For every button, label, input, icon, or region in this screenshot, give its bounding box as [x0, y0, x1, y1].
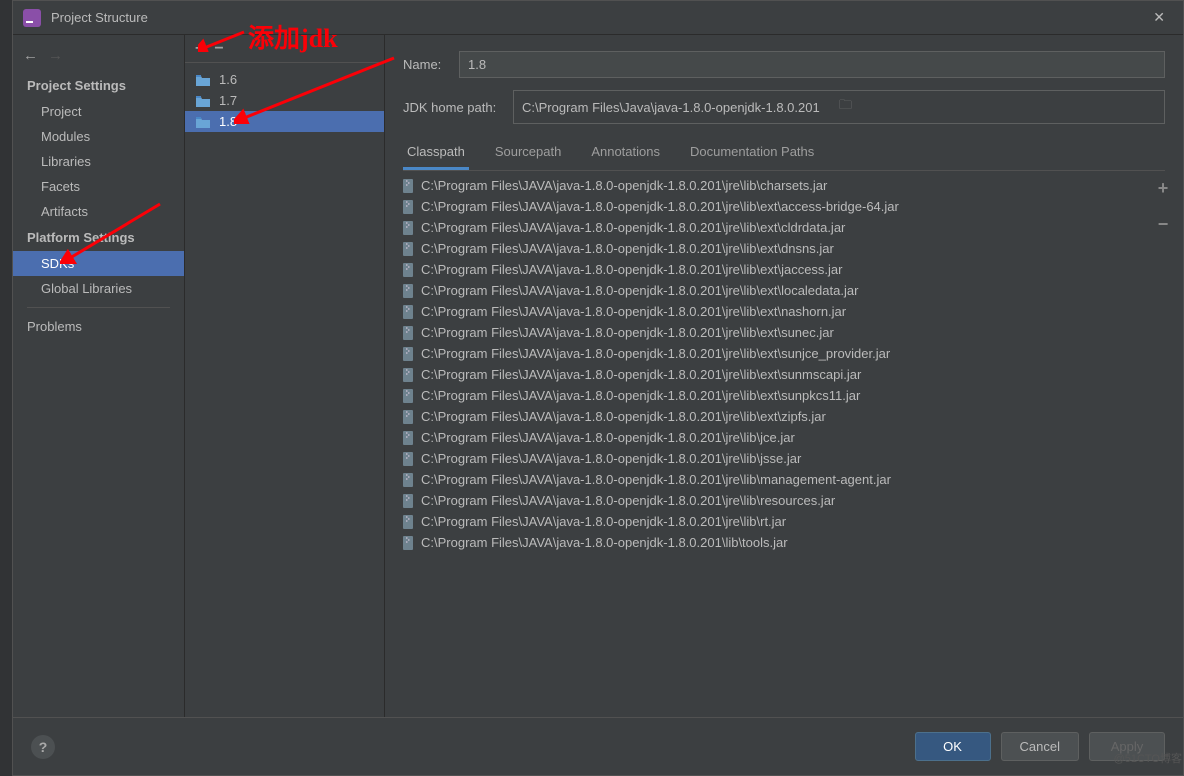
name-input[interactable]: [459, 51, 1165, 78]
classpath-row[interactable]: C:\Program Files\JAVA\java-1.8.0-openjdk…: [403, 343, 1147, 364]
sidebar-item-project[interactable]: Project: [13, 99, 184, 124]
sidebar-item-libraries[interactable]: Libraries: [13, 149, 184, 174]
tab-annotations[interactable]: Annotations: [587, 138, 664, 170]
classpath-path: C:\Program Files\JAVA\java-1.8.0-openjdk…: [421, 409, 826, 424]
tab-documentation-paths[interactable]: Documentation Paths: [686, 138, 818, 170]
dialog-body: ← → Project Settings Project Modules Lib…: [13, 35, 1183, 717]
nav-forward-icon[interactable]: →: [48, 47, 63, 64]
sdk-item-label: 1.8: [219, 114, 237, 129]
ok-button[interactable]: OK: [915, 732, 991, 761]
classpath-path: C:\Program Files\JAVA\java-1.8.0-openjdk…: [421, 241, 834, 256]
classpath-row[interactable]: C:\Program Files\JAVA\java-1.8.0-openjdk…: [403, 175, 1147, 196]
classpath-path: C:\Program Files\JAVA\java-1.8.0-openjdk…: [421, 325, 834, 340]
classpath-path: C:\Program Files\JAVA\java-1.8.0-openjdk…: [421, 535, 788, 550]
browse-folder-icon[interactable]: 🗀: [839, 96, 1156, 118]
classpath-path: C:\Program Files\JAVA\java-1.8.0-openjdk…: [421, 367, 861, 382]
home-label: JDK home path:: [403, 100, 503, 115]
classpath-row[interactable]: C:\Program Files\JAVA\java-1.8.0-openjdk…: [403, 448, 1147, 469]
classpath-row[interactable]: C:\Program Files\JAVA\java-1.8.0-openjdk…: [403, 217, 1147, 238]
sidebar-heading-project: Project Settings: [13, 72, 184, 99]
add-sdk-button[interactable]: +: [195, 41, 204, 57]
sidebar-item-modules[interactable]: Modules: [13, 124, 184, 149]
classpath-row[interactable]: C:\Program Files\JAVA\java-1.8.0-openjdk…: [403, 280, 1147, 301]
watermark: @51CTO博客: [1114, 750, 1182, 766]
name-row: Name:: [385, 45, 1183, 84]
classpath-add-button[interactable]: +: [1158, 179, 1169, 197]
name-label: Name:: [403, 57, 449, 72]
classpath-path: C:\Program Files\JAVA\java-1.8.0-openjdk…: [421, 451, 801, 466]
tab-sourcepath[interactable]: Sourcepath: [491, 138, 566, 170]
background-editor-edge: [0, 0, 12, 776]
classpath-row[interactable]: C:\Program Files\JAVA\java-1.8.0-openjdk…: [403, 406, 1147, 427]
classpath-row[interactable]: C:\Program Files\JAVA\java-1.8.0-openjdk…: [403, 364, 1147, 385]
dialog-footer: ? OK Cancel Apply: [13, 717, 1183, 775]
classpath-path: C:\Program Files\JAVA\java-1.8.0-openjdk…: [421, 514, 786, 529]
close-icon[interactable]: ✕: [1145, 5, 1173, 30]
sdk-list: 1.6 1.7 1.8: [185, 63, 384, 132]
sidebar-item-problems[interactable]: Problems: [13, 314, 184, 339]
classpath-path: C:\Program Files\JAVA\java-1.8.0-openjdk…: [421, 472, 891, 487]
tab-classpath[interactable]: Classpath: [403, 138, 469, 170]
title-bar: Project Structure ✕: [13, 1, 1183, 35]
classpath-path: C:\Program Files\JAVA\java-1.8.0-openjdk…: [421, 178, 827, 193]
sdk-item-label: 1.7: [219, 93, 237, 108]
remove-sdk-button[interactable]: −: [214, 41, 223, 57]
sidebar: ← → Project Settings Project Modules Lib…: [13, 35, 185, 717]
sidebar-item-global-libraries[interactable]: Global Libraries: [13, 276, 184, 301]
sdk-detail-panel: Name: JDK home path: C:\Program Files\Ja…: [385, 35, 1183, 717]
project-structure-dialog: Project Structure ✕ ← → Project Settings…: [12, 0, 1184, 776]
sidebar-item-artifacts[interactable]: Artifacts: [13, 199, 184, 224]
help-button[interactable]: ?: [31, 735, 55, 759]
classpath-row[interactable]: C:\Program Files\JAVA\java-1.8.0-openjdk…: [403, 532, 1147, 553]
classpath-row[interactable]: C:\Program Files\JAVA\java-1.8.0-openjdk…: [403, 196, 1147, 217]
classpath-row[interactable]: C:\Program Files\JAVA\java-1.8.0-openjdk…: [403, 469, 1147, 490]
classpath-row[interactable]: C:\Program Files\JAVA\java-1.8.0-openjdk…: [403, 427, 1147, 448]
detail-tabs: Classpath Sourcepath Annotations Documen…: [403, 138, 1165, 171]
sdk-item-1-7[interactable]: 1.7: [185, 90, 384, 111]
classpath-path: C:\Program Files\JAVA\java-1.8.0-openjdk…: [421, 430, 795, 445]
classpath-path: C:\Program Files\JAVA\java-1.8.0-openjdk…: [421, 304, 846, 319]
sdk-toolbar: + −: [185, 35, 384, 63]
classpath-row[interactable]: C:\Program Files\JAVA\java-1.8.0-openjdk…: [403, 259, 1147, 280]
sdk-item-1-8[interactable]: 1.8: [185, 111, 384, 132]
classpath-wrap: C:\Program Files\JAVA\java-1.8.0-openjdk…: [403, 175, 1175, 717]
classpath-remove-button[interactable]: −: [1158, 215, 1169, 233]
home-row: JDK home path: C:\Program Files\Java\jav…: [385, 84, 1183, 130]
classpath-path: C:\Program Files\JAVA\java-1.8.0-openjdk…: [421, 346, 890, 361]
classpath-path: C:\Program Files\JAVA\java-1.8.0-openjdk…: [421, 262, 842, 277]
classpath-row[interactable]: C:\Program Files\JAVA\java-1.8.0-openjdk…: [403, 385, 1147, 406]
classpath-list[interactable]: C:\Program Files\JAVA\java-1.8.0-openjdk…: [403, 175, 1151, 717]
classpath-side-toolbar: + −: [1151, 175, 1175, 717]
classpath-row[interactable]: C:\Program Files\JAVA\java-1.8.0-openjdk…: [403, 238, 1147, 259]
home-path-input[interactable]: C:\Program Files\Java\java-1.8.0-openjdk…: [513, 90, 1165, 124]
sdk-item-label: 1.6: [219, 72, 237, 87]
classpath-row[interactable]: C:\Program Files\JAVA\java-1.8.0-openjdk…: [403, 511, 1147, 532]
classpath-path: C:\Program Files\JAVA\java-1.8.0-openjdk…: [421, 493, 835, 508]
nav-back-icon[interactable]: ←: [23, 47, 38, 64]
classpath-row[interactable]: C:\Program Files\JAVA\java-1.8.0-openjdk…: [403, 490, 1147, 511]
sidebar-item-facets[interactable]: Facets: [13, 174, 184, 199]
classpath-row[interactable]: C:\Program Files\JAVA\java-1.8.0-openjdk…: [403, 301, 1147, 322]
classpath-path: C:\Program Files\JAVA\java-1.8.0-openjdk…: [421, 220, 845, 235]
classpath-path: C:\Program Files\JAVA\java-1.8.0-openjdk…: [421, 283, 858, 298]
sidebar-divider: [27, 307, 170, 308]
sidebar-heading-platform: Platform Settings: [13, 224, 184, 251]
sdk-item-1-6[interactable]: 1.6: [185, 69, 384, 90]
home-path-text: C:\Program Files\Java\java-1.8.0-openjdk…: [522, 100, 839, 115]
classpath-row[interactable]: C:\Program Files\JAVA\java-1.8.0-openjdk…: [403, 322, 1147, 343]
sidebar-item-sdks[interactable]: SDKs: [13, 251, 184, 276]
window-title: Project Structure: [51, 10, 1145, 25]
cancel-button[interactable]: Cancel: [1001, 732, 1079, 761]
intellij-icon: [23, 9, 41, 27]
classpath-path: C:\Program Files\JAVA\java-1.8.0-openjdk…: [421, 388, 860, 403]
nav-history: ← →: [13, 43, 184, 72]
sdk-list-column: + − 1.6 1.7 1.8: [185, 35, 385, 717]
classpath-path: C:\Program Files\JAVA\java-1.8.0-openjdk…: [421, 199, 899, 214]
